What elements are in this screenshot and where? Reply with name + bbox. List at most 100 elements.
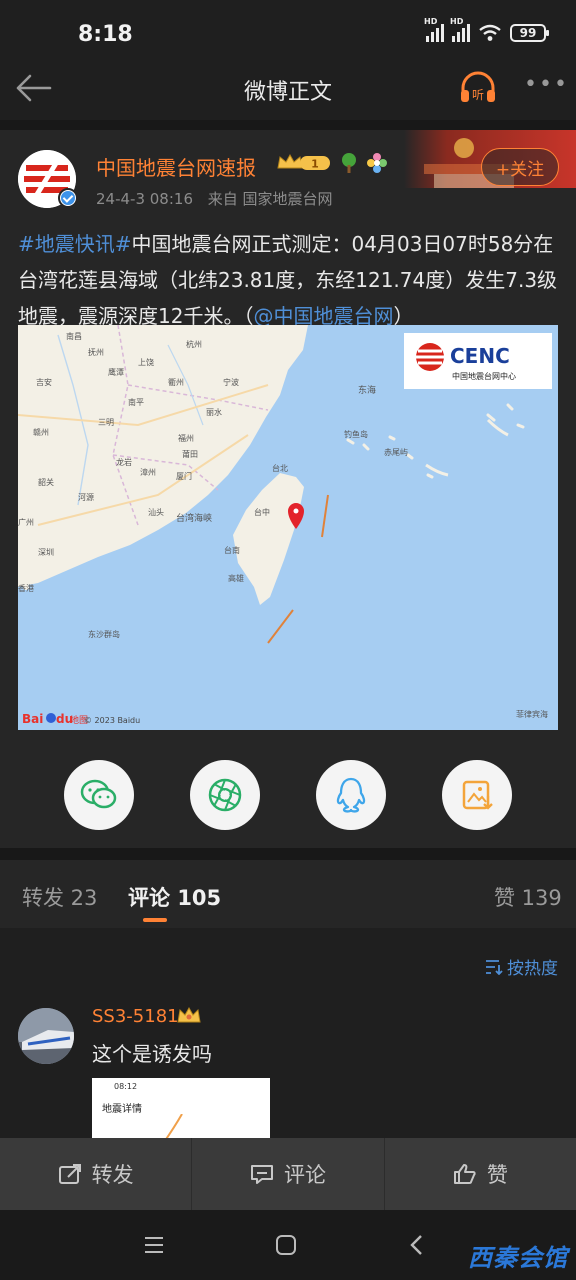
svg-text:吉安: 吉安 [36, 377, 52, 387]
svg-text:汕头: 汕头 [148, 507, 164, 517]
svg-text:河源: 河源 [78, 492, 94, 502]
svg-text:南平: 南平 [128, 397, 144, 407]
divider [0, 848, 576, 860]
svg-text:高雄: 高雄 [228, 573, 244, 583]
flower-badge-icon [367, 153, 387, 173]
post-source: 来自 国家地震台网 [207, 190, 333, 208]
svg-text:宁波: 宁波 [223, 377, 239, 387]
headphones-listen-icon[interactable]: 听 [458, 68, 498, 108]
system-back-icon[interactable] [408, 1234, 426, 1256]
comment-icon [250, 1165, 273, 1184]
svg-text:三明: 三明 [98, 418, 114, 427]
bottom-action-bar: 转发 评论 赞 [0, 1138, 576, 1210]
battery-icon: 99 [510, 24, 549, 42]
svg-text:上饶: 上饶 [138, 357, 154, 367]
wechat-icon [80, 779, 117, 809]
post-meta: 24-4-3 08:16 来自 国家地震台网 [96, 188, 343, 209]
comment-text: 这个是诱发吗 [92, 1042, 212, 1066]
svg-text:龙岩: 龙岩 [116, 457, 132, 467]
save-image-icon [462, 780, 493, 810]
thumbs-up-icon [453, 1164, 476, 1184]
divider [0, 120, 576, 130]
share-qq-button[interactable] [316, 760, 386, 830]
svg-text:听: 听 [472, 88, 484, 102]
follow-button[interactable]: +关注 [481, 148, 559, 186]
svg-text:抚州: 抚州 [88, 347, 104, 357]
qq-penguin-icon [336, 777, 366, 813]
repost-label: 转发 [91, 1163, 134, 1187]
svg-text:香港: 香港 [18, 583, 34, 593]
sort-button[interactable]: 按热度 [485, 954, 558, 979]
svg-text:赤尾屿: 赤尾屿 [384, 448, 408, 457]
share-wechat-button[interactable] [64, 760, 134, 830]
system-nav-bar: 西秦会馆 [0, 1210, 576, 1280]
verified-badge-icon [58, 188, 78, 208]
nav-bar: 微博正文 听 ••• [0, 62, 576, 116]
svg-text:南昌: 南昌 [66, 331, 82, 341]
signal-icon: HD [424, 17, 444, 42]
recent-apps-icon[interactable] [144, 1236, 164, 1254]
post-card: 中国地震台网速报 1 24-4-3 08:16 来自 国家地震台网 +关注 #地… [0, 130, 576, 848]
share-row [0, 760, 576, 830]
comment-label: 评论 [283, 1163, 326, 1187]
svg-text:台南: 台南 [224, 545, 240, 555]
svg-text:菲律宾海: 菲律宾海 [516, 709, 548, 719]
tab-like[interactable]: 赞 139 [494, 882, 562, 912]
signal-icon-2: HD [450, 17, 470, 42]
svg-text:台北: 台北 [272, 463, 288, 473]
svg-text:杭州: 杭州 [186, 339, 202, 349]
svg-text:东海: 东海 [358, 384, 376, 396]
post-username[interactable]: 中国地震台网速报 [96, 152, 256, 181]
active-tab-indicator [143, 918, 167, 922]
crown-level-icon: 1 [277, 153, 330, 171]
watermark: 西秦会馆 [468, 1244, 568, 1272]
hashtag-link[interactable]: #地震快讯# [18, 232, 132, 256]
like-button[interactable]: 赞 [385, 1138, 576, 1210]
status-icons: HD HD 99 [424, 17, 549, 42]
svg-text:钓鱼岛: 钓鱼岛 [344, 429, 368, 439]
status-time: 8:18 [78, 22, 133, 47]
comment-username[interactable]: SS3-5181 [92, 1006, 179, 1027]
svg-text:© 2023 Baidu: © 2023 Baidu [84, 716, 140, 725]
share-moments-button[interactable] [190, 760, 260, 830]
tab-repost[interactable]: 转发 23 [22, 882, 97, 912]
svg-text:衢州: 衢州 [168, 377, 184, 387]
svg-text:台中: 台中 [254, 507, 270, 517]
comments-section: 按热度 SS3-5181 这个是诱发吗 08:12 地震详情 [0, 928, 576, 1148]
repost-icon [58, 1164, 81, 1184]
svg-text:CENC: CENC [450, 344, 510, 368]
svg-text:莆田: 莆田 [182, 449, 198, 459]
post-text: #地震快讯#中国地震台网正式测定：04月03日07时58分在台湾花莲县海域（北纬… [18, 226, 562, 334]
tab-comment[interactable]: 评论 105 [128, 882, 221, 912]
svg-text:福州: 福州 [178, 434, 194, 443]
sort-label: 按热度 [507, 959, 558, 979]
svg-text:韶关: 韶关 [38, 477, 54, 487]
post-tabs: 转发 23 评论 105 赞 139 [0, 860, 576, 928]
svg-text:漳州: 漳州 [140, 467, 156, 477]
tab-comment-label: 评论 [128, 886, 170, 910]
crown-badge-icon [177, 1006, 201, 1023]
comment-button[interactable]: 评论 [192, 1138, 385, 1210]
more-options-icon[interactable]: ••• [524, 72, 569, 97]
moments-aperture-icon [208, 778, 242, 812]
repost-button[interactable]: 转发 [0, 1138, 193, 1210]
svg-text:台湾海峡: 台湾海峡 [176, 512, 212, 524]
svg-text:中国地震台网中心: 中国地震台网中心 [452, 371, 516, 381]
svg-text:1: 1 [311, 158, 319, 171]
svg-text:丽水: 丽水 [206, 407, 222, 417]
svg-text:广州: 广州 [18, 517, 34, 527]
svg-text:Bai: Bai [22, 712, 43, 726]
status-bar: 8:18 HD HD 99 [0, 0, 576, 62]
svg-text:鹰潭: 鹰潭 [108, 367, 124, 377]
earthquake-map-image[interactable]: 南昌 杭州 宁波 丽水 衢州 抚州 上饶 鹰潭 吉安 赣州 南平 三明 龙岩 漳… [18, 325, 558, 730]
post-date: 24-4-3 08:16 [96, 190, 193, 208]
tab-comment-count: 105 [177, 886, 222, 910]
cenc-logo: CENC 中国地震台网中心 [404, 333, 552, 389]
home-icon[interactable] [276, 1235, 296, 1255]
comment-image-time: 08:12 [114, 1082, 138, 1091]
save-image-button[interactable] [442, 760, 512, 830]
svg-text:赣州: 赣州 [33, 427, 49, 437]
comment-avatar[interactable] [18, 1008, 74, 1064]
tree-badge-icon [342, 153, 356, 173]
user-badges: 1 [276, 152, 388, 174]
